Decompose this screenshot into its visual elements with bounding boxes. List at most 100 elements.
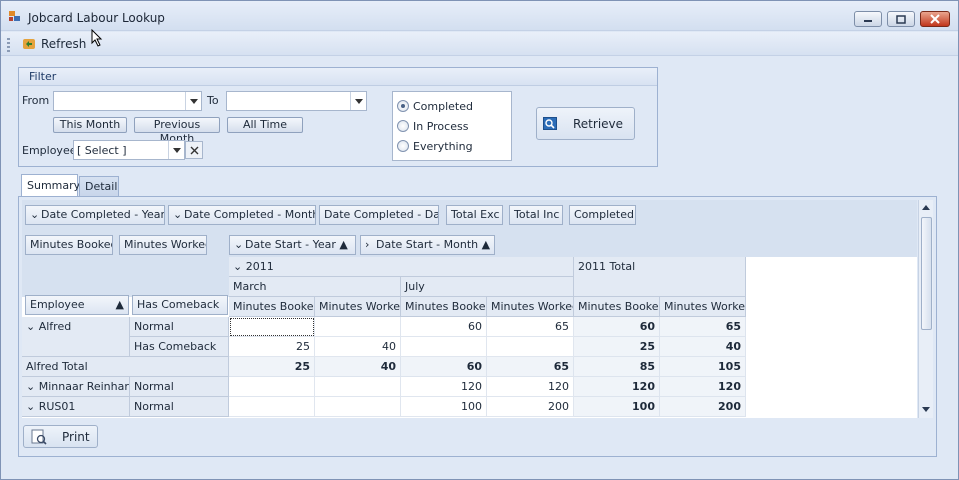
- row-header-employee[interactable]: ⌄ RUS01: [22, 397, 130, 417]
- data-cell[interactable]: [315, 397, 401, 417]
- row-field-employee[interactable]: Employee ▲: [25, 295, 129, 315]
- chevron-down-icon: [189, 98, 198, 104]
- total-cell[interactable]: 60: [401, 357, 487, 377]
- radio-label: Completed: [413, 99, 473, 113]
- total-cell[interactable]: 65: [660, 317, 746, 337]
- total-cell[interactable]: 120: [660, 377, 746, 397]
- previous-month-button[interactable]: Previous Month: [134, 117, 220, 145]
- status-radio-group: Completed In Process Everything: [392, 91, 512, 161]
- row-header-employee[interactable]: ⌄ Minnaar Reinhard: [22, 377, 130, 397]
- scroll-up-icon: [922, 205, 930, 210]
- column-field-date-start-month[interactable]: › Date Start - Month ▲: [360, 235, 495, 255]
- total-cell[interactable]: 65: [487, 357, 574, 377]
- radio-dot: [397, 120, 409, 132]
- app-icon: [9, 11, 21, 22]
- this-month-button[interactable]: This Month: [53, 117, 127, 133]
- row-field-has-comeback[interactable]: Has Comeback ▲: [132, 295, 228, 315]
- employee-label: Employee: [22, 144, 77, 157]
- all-time-button[interactable]: All Time: [227, 117, 303, 133]
- title-bar[interactable]: Jobcard Labour Lookup: [1, 1, 958, 31]
- retrieve-label: Retrieve: [573, 116, 624, 131]
- data-cell[interactable]: [401, 337, 487, 357]
- data-cell[interactable]: [487, 337, 574, 357]
- radio-completed[interactable]: Completed: [397, 98, 473, 114]
- radio-in-process[interactable]: In Process: [397, 118, 468, 134]
- total-cell[interactable]: 40: [315, 357, 401, 377]
- field-date-completed-year[interactable]: ⌄ Date Completed - Year: [25, 205, 165, 225]
- employee-select[interactable]: [ Select ]: [73, 140, 185, 160]
- total-cell[interactable]: 105: [660, 357, 746, 377]
- column-header-month-july: July: [401, 277, 574, 297]
- tab-summary[interactable]: Summary: [21, 174, 80, 197]
- data-cell[interactable]: 60: [401, 317, 487, 337]
- data-cell[interactable]: 100: [401, 397, 487, 417]
- data-cell[interactable]: [229, 377, 315, 397]
- data-cell[interactable]: 25: [229, 337, 315, 357]
- year-label: 2011: [245, 260, 274, 273]
- employee-dropdown[interactable]: [168, 141, 184, 159]
- field-total-exc[interactable]: Total Exc: [446, 205, 503, 225]
- column-field-date-start-year[interactable]: ⌄ Date Start - Year ▲: [229, 235, 356, 255]
- refresh-icon: [23, 39, 35, 49]
- print-button[interactable]: Print: [23, 425, 98, 448]
- maximize-button[interactable]: [887, 11, 915, 27]
- total-cell[interactable]: 60: [574, 317, 660, 337]
- filter-group-title: Filter: [19, 68, 657, 86]
- employee-name: Minnaar Reinhard: [38, 380, 130, 393]
- measure-header: Minutes Worked: [315, 297, 401, 317]
- to-label: To: [207, 94, 219, 107]
- radio-everything[interactable]: Everything: [397, 138, 473, 154]
- total-cell[interactable]: 200: [660, 397, 746, 417]
- from-date-field[interactable]: [53, 91, 202, 111]
- employee-select-value: [ Select ]: [77, 144, 127, 157]
- total-cell[interactable]: 85: [574, 357, 660, 377]
- data-cell[interactable]: 40: [315, 337, 401, 357]
- total-cell[interactable]: 40: [660, 337, 746, 357]
- total-cell[interactable]: 25: [574, 337, 660, 357]
- tab-detail[interactable]: Detail: [79, 176, 119, 197]
- to-date-field[interactable]: [226, 91, 367, 111]
- data-field-minutes-booked[interactable]: Minutes Booked: [25, 235, 113, 255]
- scrollbar-thumb[interactable]: [921, 217, 932, 330]
- pivot-grid[interactable]: ⌄ Date Completed - Year ⌄ Date Completed -…: [22, 200, 917, 418]
- data-cell[interactable]: [315, 377, 401, 397]
- total-cell[interactable]: 25: [229, 357, 315, 377]
- main-window: Jobcard Labour Lookup Refresh Filter Fro…: [0, 0, 959, 480]
- vertical-scrollbar[interactable]: [918, 200, 933, 418]
- radio-dot-selected: [397, 100, 409, 112]
- row-header-sub: Normal: [130, 317, 229, 337]
- row-field-area: [22, 257, 229, 297]
- refresh-button[interactable]: Refresh: [19, 35, 89, 53]
- column-header-year[interactable]: ⌄ 2011: [229, 257, 574, 277]
- data-cell[interactable]: [229, 317, 315, 337]
- data-cell[interactable]: 120: [487, 377, 574, 397]
- field-date-completed-day[interactable]: Date Completed - Day: [319, 205, 439, 225]
- print-preview-icon: [31, 429, 47, 445]
- to-date-dropdown[interactable]: [350, 92, 366, 110]
- clear-employee-button[interactable]: [185, 141, 203, 159]
- data-cell[interactable]: 120: [401, 377, 487, 397]
- data-cell[interactable]: 65: [487, 317, 574, 337]
- column-header-month-march: March: [229, 277, 401, 297]
- total-cell[interactable]: 120: [574, 377, 660, 397]
- toolbar-grip[interactable]: [7, 38, 10, 52]
- field-total-inc[interactable]: Total Inc: [509, 205, 563, 225]
- field-completed[interactable]: Completed: [569, 205, 636, 225]
- employee-name: RUS01: [38, 400, 76, 413]
- row-header-sub: Normal: [130, 377, 229, 397]
- column-header-year-total: 2011 Total: [574, 257, 746, 297]
- data-field-minutes-worked[interactable]: Minutes Worked: [119, 235, 207, 255]
- data-cell[interactable]: [315, 317, 401, 337]
- total-cell[interactable]: 100: [574, 397, 660, 417]
- row-header-employee[interactable]: ⌄ Alfred: [22, 317, 130, 357]
- data-cell[interactable]: 200: [487, 397, 574, 417]
- scroll-down-icon: [922, 407, 930, 412]
- minimize-button[interactable]: [854, 11, 882, 27]
- retrieve-button[interactable]: Retrieve: [536, 107, 635, 140]
- from-date-dropdown[interactable]: [185, 92, 201, 110]
- data-cell[interactable]: [229, 397, 315, 417]
- field-date-completed-month[interactable]: ⌄ Date Completed - Month: [168, 205, 316, 225]
- close-button[interactable]: [920, 11, 950, 27]
- close-icon: [190, 146, 198, 154]
- measure-header: Minutes Booked: [229, 297, 315, 317]
